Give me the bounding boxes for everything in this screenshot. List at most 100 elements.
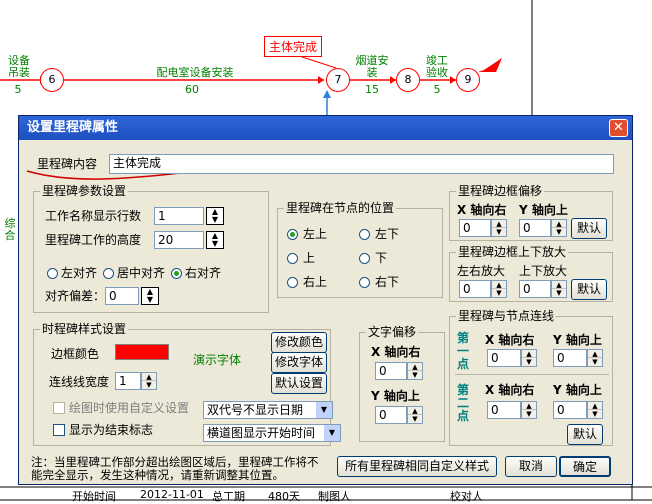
- link-p1-x-spinner[interactable]: ▲ ▼: [521, 349, 537, 367]
- demo-font-text: 演示字体: [193, 353, 242, 367]
- text-offset-group-title: 文字偏移: [366, 325, 419, 339]
- frame-offset-y-input[interactable]: 0: [519, 219, 551, 237]
- time-display-value: 横道图显示开始时间: [207, 426, 316, 440]
- line-width-spinner[interactable]: ▲ ▼: [141, 372, 157, 390]
- activity-label-complete: 竣工 验收: [426, 54, 448, 79]
- milestone-box[interactable]: 主体完成: [264, 36, 323, 57]
- params-group-title: 里程碑参数设置: [40, 184, 129, 198]
- content-input[interactable]: 主体完成: [109, 154, 614, 174]
- align-center-radio[interactable]: [103, 268, 114, 279]
- text-offset-x-label: X 轴向右: [371, 345, 421, 359]
- second-point-label: 第二点: [457, 383, 470, 423]
- link-p1-x-input[interactable]: 0: [487, 349, 521, 367]
- position-top-label: 上: [303, 251, 316, 265]
- link-p1-y-input[interactable]: 0: [553, 349, 587, 367]
- end-mark-label: 显示为结束标志: [69, 423, 154, 437]
- position-top-right-label: 右上: [303, 275, 328, 289]
- position-group-title: 里程碑在节点的位置: [284, 201, 397, 215]
- frame-offset-y-label: Y 轴向上: [519, 203, 568, 217]
- position-top-radio[interactable]: [287, 253, 298, 264]
- activity-label-equipment: 设备 吊装: [8, 54, 30, 79]
- frame-scale-lr-spinner[interactable]: ▲ ▼: [491, 280, 507, 298]
- height-input[interactable]: 20: [154, 231, 204, 249]
- link-p2-x-spinner[interactable]: ▲ ▼: [521, 401, 537, 419]
- custom-setting-checkbox[interactable]: [53, 402, 65, 414]
- frame-offset-y-spinner[interactable]: ▲ ▼: [551, 219, 567, 237]
- frame-offset-x-spinner[interactable]: ▲ ▼: [491, 219, 507, 237]
- rows-input[interactable]: 1: [154, 207, 204, 225]
- side-label: 综合: [4, 217, 16, 242]
- link-p2-x-input[interactable]: 0: [487, 401, 521, 419]
- align-left-radio[interactable]: [47, 268, 58, 279]
- activity-duration-power-room: 60: [185, 83, 199, 96]
- first-point-label: 第一点: [457, 331, 470, 371]
- modify-font-button[interactable]: 修改字体: [271, 352, 327, 373]
- ok-button[interactable]: 确定: [559, 456, 611, 477]
- align-right-radio[interactable]: [171, 268, 182, 279]
- frame-scale-ud-input[interactable]: 0: [519, 280, 551, 298]
- frame-offset-x-label: X 轴向右: [457, 203, 507, 217]
- link-divider: [455, 374, 609, 375]
- position-bottom-radio[interactable]: [359, 253, 370, 264]
- custom-setting-label: 绘图时使用自定义设置: [69, 401, 190, 415]
- position-bottom-left-radio[interactable]: [359, 229, 370, 240]
- activity-duration-flue: 15: [365, 83, 379, 96]
- offset-input[interactable]: 0: [105, 287, 139, 305]
- modify-color-button[interactable]: 修改颜色: [271, 332, 327, 353]
- footer-cell: 2012-11-01: [140, 488, 204, 501]
- close-button[interactable]: ✕: [609, 119, 628, 137]
- rows-stepper[interactable]: ▲ ▼: [206, 207, 224, 225]
- frame-scale-ud-label: 上下放大: [519, 264, 568, 278]
- chevron-down-icon: ▼: [324, 425, 340, 441]
- align-right-label: 右对齐: [185, 266, 222, 280]
- text-offset-y-label: Y 轴向上: [371, 389, 420, 403]
- link-p2-y-spinner[interactable]: ▲ ▼: [587, 401, 603, 419]
- link-p1-x-label: X 轴向右: [485, 333, 535, 347]
- link-default-button[interactable]: 默认: [567, 424, 603, 445]
- frame-scale-lr-label: 左右放大: [457, 264, 506, 278]
- height-stepper[interactable]: ▲ ▼: [206, 231, 224, 249]
- position-bottom-right-radio[interactable]: [359, 277, 370, 288]
- frame-scale-ud-spinner[interactable]: ▲ ▼: [551, 280, 567, 298]
- position-bottom-right-label: 右下: [375, 275, 400, 289]
- note-text: 注：当里程碑工作部分超出绘图区域后，里程碑工作将不能完全显示，发生这种情况，请重…: [31, 455, 319, 482]
- border-color-swatch: [115, 344, 169, 360]
- time-display-select[interactable]: 横道图显示开始时间 ▼: [203, 424, 341, 442]
- link-p2-y-label: Y 轴向上: [553, 383, 602, 397]
- same-style-button[interactable]: 所有里程碑相同自定义样式: [337, 456, 497, 477]
- milestone-properties-dialog: 设置里程碑属性 ✕ 里程碑内容 主体完成 里程碑参数设置 工作名称显示行数 1 …: [18, 115, 633, 485]
- line-width-label: 连线线宽度: [49, 375, 110, 389]
- date-display-select[interactable]: 双代号不显示日期 ▼: [203, 401, 333, 419]
- end-mark-checkbox[interactable]: [53, 424, 65, 436]
- text-offset-y-spinner[interactable]: ▲ ▼: [407, 406, 423, 424]
- offset-label: 对齐偏差：: [45, 289, 106, 303]
- text-offset-y-input[interactable]: 0: [375, 406, 407, 424]
- position-top-right-radio[interactable]: [287, 277, 298, 288]
- chevron-down-icon: ▼: [316, 402, 332, 418]
- network-node-8[interactable]: 8: [396, 68, 420, 92]
- offset-stepper[interactable]: ▲ ▼: [141, 287, 159, 305]
- position-bottom-label: 下: [375, 251, 388, 265]
- frame-offset-group-title: 里程碑边框偏移: [456, 184, 545, 198]
- frame-scale-default-button[interactable]: 默认: [571, 279, 607, 300]
- text-offset-x-spinner[interactable]: ▲ ▼: [407, 362, 423, 380]
- border-color-label: 边框颜色: [51, 347, 100, 361]
- frame-scale-lr-input[interactable]: 0: [459, 280, 491, 298]
- position-bottom-left-label: 左下: [375, 227, 400, 241]
- frame-offset-default-button[interactable]: 默认: [571, 218, 607, 239]
- text-offset-x-input[interactable]: 0: [375, 362, 407, 380]
- frame-offset-x-input[interactable]: 0: [459, 219, 491, 237]
- line-width-input[interactable]: 1: [115, 372, 141, 390]
- activity-duration-complete: 5: [433, 83, 441, 96]
- cancel-button[interactable]: 取消: [505, 456, 557, 477]
- network-node-6[interactable]: 6: [40, 68, 64, 92]
- position-top-left-label: 左上: [303, 227, 328, 241]
- link-p1-y-spinner[interactable]: ▲ ▼: [587, 349, 603, 367]
- height-label: 里程碑工作的高度: [45, 233, 142, 247]
- link-p2-y-input[interactable]: 0: [553, 401, 587, 419]
- position-top-left-radio[interactable]: [287, 229, 298, 240]
- network-node-9[interactable]: 9: [456, 68, 480, 92]
- default-settings-button[interactable]: 默认设置: [271, 373, 327, 394]
- network-node-7[interactable]: 7: [326, 68, 350, 92]
- link-p1-y-label: Y 轴向上: [553, 333, 602, 347]
